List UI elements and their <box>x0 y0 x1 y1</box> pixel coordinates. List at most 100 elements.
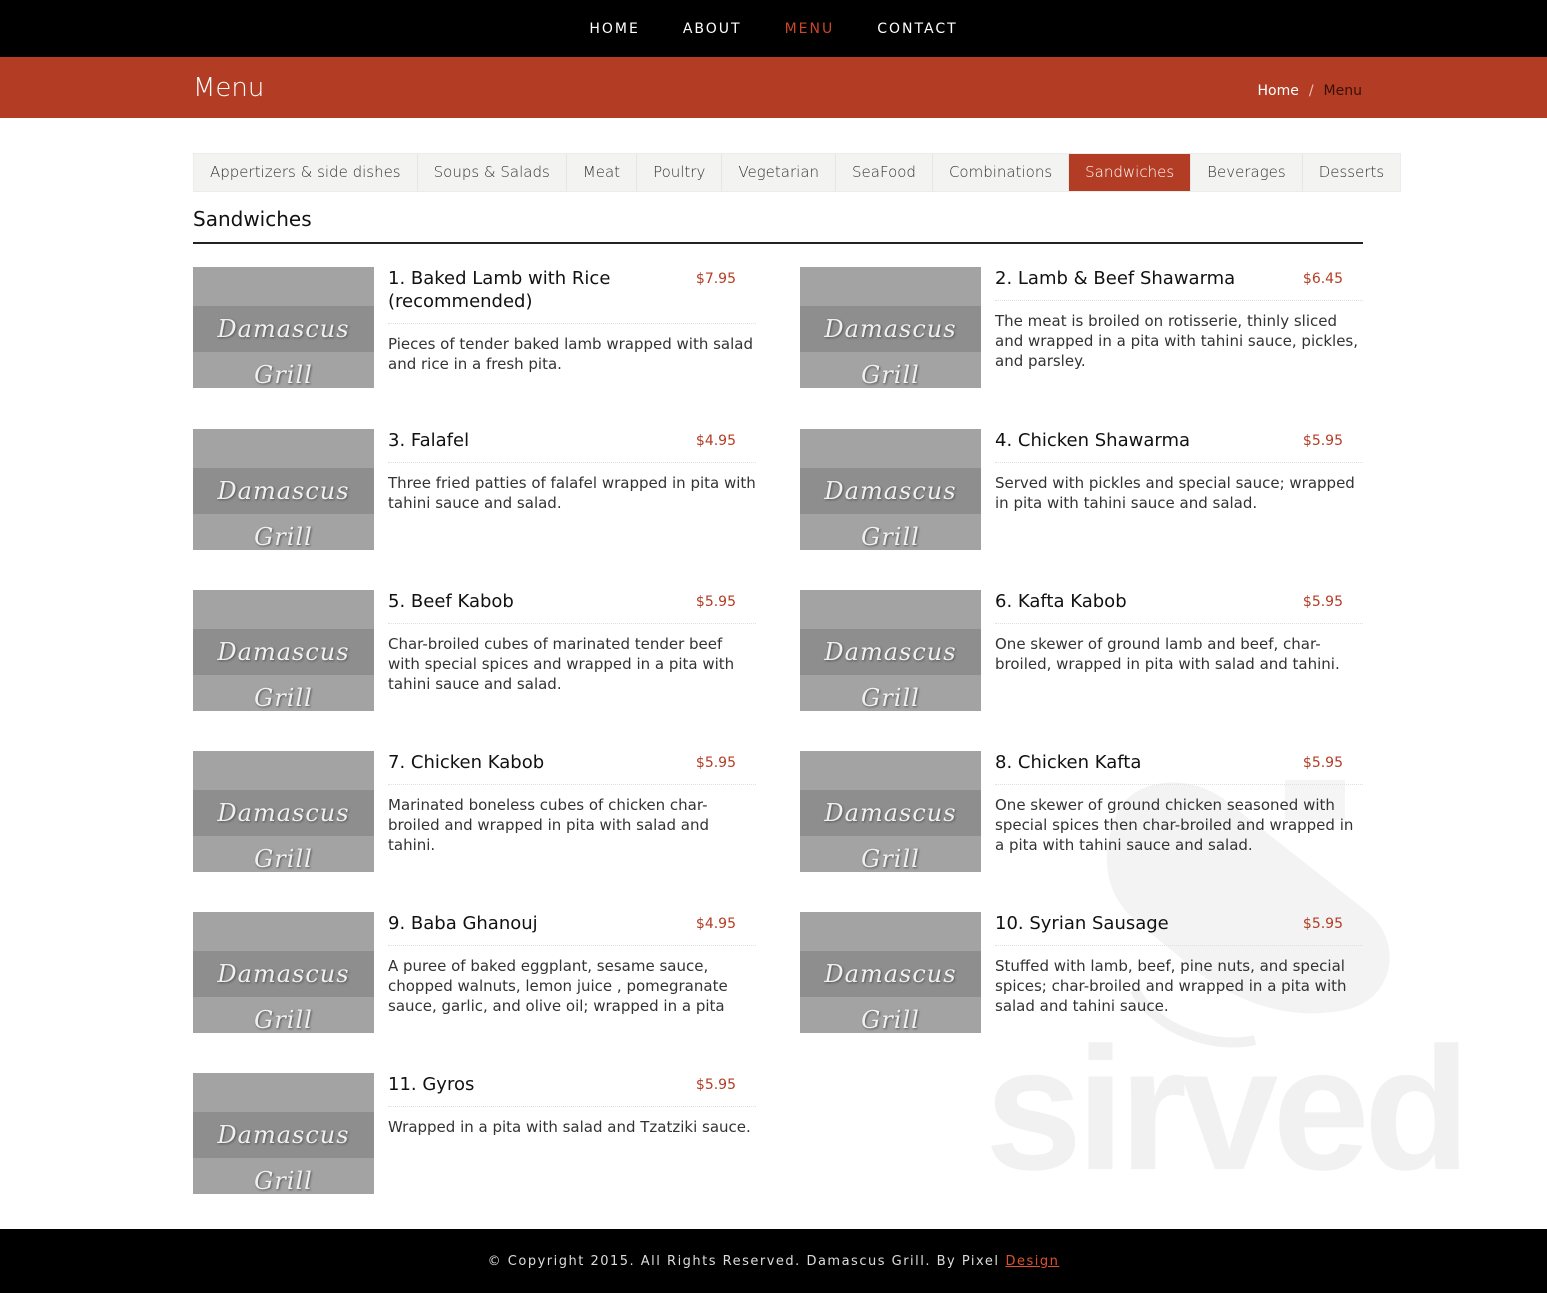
item-divider <box>995 462 1363 463</box>
item-description: Stuffed with lamb, beef, pine nuts, and … <box>995 957 1347 1015</box>
dish-image: Damascus Grill <box>800 429 981 550</box>
breadcrumb: Home / Menu <box>1257 83 1362 99</box>
item-description: Served with pickles and special sauce; w… <box>995 474 1355 512</box>
item-name: 10. Syrian Sausage <box>995 913 1169 934</box>
watermark-text: sirved <box>985 1012 1471 1207</box>
tab-appetizers[interactable]: Appertizers & side dishes <box>194 154 418 191</box>
menu-item: Damascus Grill 6. Kafta Kabob $5.95 One ske… <box>800 590 1363 712</box>
dish-image-logo: Damascus Grill <box>217 799 350 872</box>
dish-image: Damascus Grill <box>800 751 981 872</box>
page-banner: Menu Home / Menu <box>0 57 1547 118</box>
footer: © Copyright 2015. All Rights Reserved. D… <box>0 1229 1547 1293</box>
page-title: Menu <box>193 73 265 103</box>
item-description: A puree of baked eggplant, sesame sauce,… <box>388 957 728 1015</box>
item-name: 6. Kafta Kabob <box>995 591 1127 612</box>
dish-image-logo: Damascus Grill <box>824 638 957 711</box>
dish-image: Damascus Grill <box>193 912 374 1033</box>
dish-image-logo: Damascus Grill <box>824 799 957 872</box>
category-tabs: Appertizers & side dishes Soups & Salads… <box>193 153 1402 192</box>
menu-item: Damascus Grill 2. Lamb & Beef Shawarma $6.… <box>800 267 1363 389</box>
menu-item: Damascus Grill 11. Gyros $5.95 Wrapped in a… <box>193 1073 756 1195</box>
item-description: One skewer of ground lamb and beef, char… <box>995 635 1340 673</box>
nav-about-link[interactable]: ABOUT <box>683 21 742 37</box>
dish-image: Damascus Grill <box>193 267 374 388</box>
section-divider <box>193 242 1363 244</box>
item-name: 11. Gyros <box>388 1074 475 1095</box>
menu-item: Damascus Grill 7. Chicken Kabob $5.95 Marin… <box>193 751 756 873</box>
item-price: $7.95 <box>695 271 736 287</box>
menu-item: Damascus Grill 4. Chicken Shawarma $5.95 Se… <box>800 429 1363 551</box>
dish-image-logo: Damascus Grill <box>824 477 957 550</box>
tab-combinations[interactable]: Combinations <box>933 154 1070 191</box>
item-divider <box>388 462 756 463</box>
tab-vegetarian[interactable]: Vegetarian <box>722 154 837 191</box>
item-name: 5. Beef Kabob <box>388 591 514 612</box>
item-divider <box>995 300 1363 301</box>
item-description: Char-broiled cubes of marinated tender b… <box>388 635 735 693</box>
item-divider <box>388 1106 756 1107</box>
tab-beverages[interactable]: Beverages <box>1191 154 1303 191</box>
dish-image-logo: Damascus Grill <box>217 1121 350 1194</box>
dish-image: Damascus Grill <box>193 429 374 550</box>
item-divider <box>388 623 756 624</box>
tab-seafood[interactable]: SeaFood <box>836 154 933 191</box>
item-price: $5.95 <box>1302 433 1343 449</box>
tab-soups-salads[interactable]: Soups & Salads <box>418 154 567 191</box>
dish-image: Damascus Grill <box>800 267 981 388</box>
dish-image-logo: Damascus Grill <box>217 315 350 388</box>
dish-image-logo: Damascus Grill <box>824 315 957 388</box>
breadcrumb-separator: / <box>1308 83 1314 99</box>
item-divider <box>995 784 1363 785</box>
nav-links: HOME ABOUT MENU CONTACT <box>0 0 1547 57</box>
dish-image: Damascus Grill <box>193 590 374 711</box>
menu-item: Damascus Grill 10. Syrian Sausage $5.95 Stu… <box>800 912 1363 1034</box>
item-description: Wrapped in a pita with salad and Tzatzik… <box>388 1118 751 1136</box>
dish-image: Damascus Grill <box>193 751 374 872</box>
nav-contact-link[interactable]: CONTACT <box>877 21 957 37</box>
nav-home-link[interactable]: HOME <box>589 21 639 37</box>
tab-poultry[interactable]: Poultry <box>637 154 723 191</box>
tab-sandwiches[interactable]: Sandwiches <box>1069 154 1192 191</box>
item-description: Three fried patties of falafel wrapped i… <box>388 474 756 512</box>
item-name: 4. Chicken Shawarma <box>995 430 1191 451</box>
section-title: Sandwiches <box>193 207 312 231</box>
item-description: Pieces of tender baked lamb wrapped with… <box>388 335 754 373</box>
item-description: The meat is broiled on rotisserie, thinl… <box>995 312 1359 370</box>
item-price: $5.95 <box>695 594 736 610</box>
item-name: 7. Chicken Kabob <box>388 752 545 773</box>
item-price: $5.95 <box>1302 755 1343 771</box>
dish-image: Damascus Grill <box>800 590 981 711</box>
item-name: 8. Chicken Kafta <box>995 752 1142 773</box>
breadcrumb-current: Menu <box>1323 83 1362 99</box>
item-price: $6.45 <box>1302 271 1343 287</box>
item-description: Marinated boneless cubes of chicken char… <box>388 796 710 854</box>
menu-item: Damascus Grill 9. Baba Ghanouj $4.95 A pure… <box>193 912 756 1034</box>
item-description: One skewer of ground chicken seasoned wi… <box>995 796 1354 854</box>
item-name: 1. Baked Lamb with Rice (recommended) <box>388 268 611 312</box>
menu-item: Damascus Grill 1. Baked Lamb with Rice (r… <box>193 267 756 389</box>
item-name: 2. Lamb & Beef Shawarma <box>995 268 1236 289</box>
dish-image-logo: Damascus Grill <box>217 638 350 711</box>
top-navbar: HOME ABOUT MENU CONTACT <box>0 0 1547 57</box>
item-divider <box>388 784 756 785</box>
dish-image: Damascus Grill <box>193 1073 374 1194</box>
item-name: 9. Baba Ghanouj <box>388 913 538 934</box>
menu-item: Damascus Grill 8. Chicken Kafta $5.95 One s… <box>800 751 1363 873</box>
item-divider <box>388 945 756 946</box>
item-price: $5.95 <box>1302 594 1343 610</box>
nav-menu-link[interactable]: MENU <box>785 21 835 37</box>
breadcrumb-home-link[interactable]: Home <box>1257 83 1298 99</box>
tab-meat[interactable]: Meat <box>567 154 638 191</box>
footer-design-link[interactable]: Design <box>1005 1254 1059 1269</box>
item-price: $5.95 <box>1302 916 1343 932</box>
item-price: $4.95 <box>695 916 736 932</box>
item-divider <box>995 945 1363 946</box>
item-price: $4.95 <box>695 433 736 449</box>
item-price: $5.95 <box>695 755 736 771</box>
item-divider <box>388 323 756 324</box>
tab-desserts[interactable]: Desserts <box>1303 154 1401 191</box>
dish-image-logo: Damascus Grill <box>824 960 957 1033</box>
dish-image-logo: Damascus Grill <box>217 477 350 550</box>
dish-image-logo: Damascus Grill <box>217 960 350 1033</box>
item-name: 3. Falafel <box>388 430 470 451</box>
